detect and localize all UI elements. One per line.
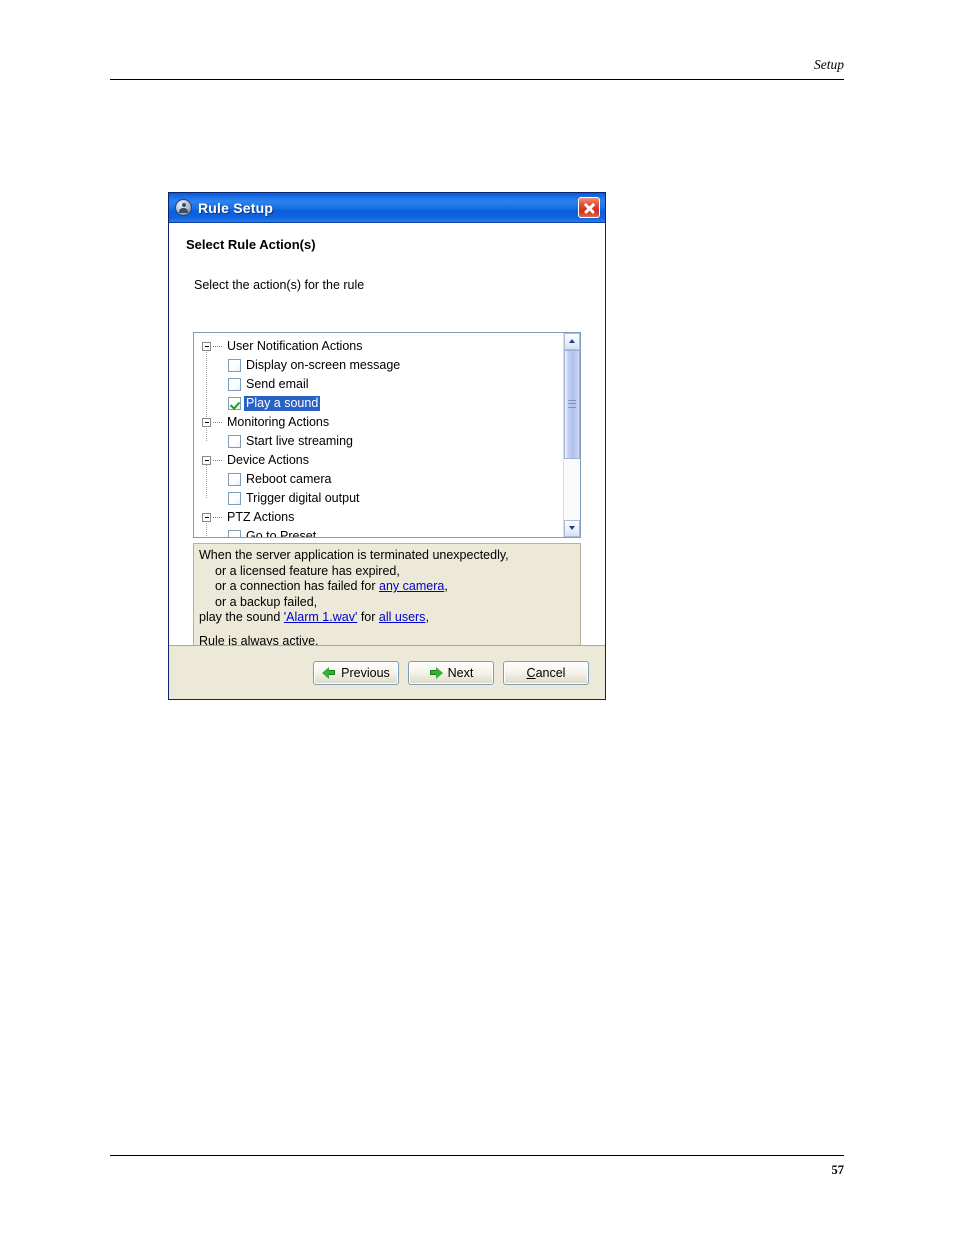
checkbox-go-to-preset[interactable] [228, 530, 241, 537]
tree-item-reboot-camera[interactable]: Reboot camera [194, 470, 563, 489]
description-line-5-suffix: , [425, 610, 429, 624]
arrow-right-icon [429, 666, 443, 679]
collapse-icon[interactable] [202, 456, 211, 465]
tree-items-container: User Notification Actions Display on-scr… [194, 333, 563, 537]
tree-group-label: Device Actions [227, 453, 309, 467]
tree-item-label: Go to Preset [246, 529, 317, 537]
description-line-2: or a licensed feature has expired, [215, 563, 400, 578]
description-line-4: or a backup failed, [215, 594, 318, 609]
description-line-1: When the server application is terminate… [199, 548, 509, 562]
tree-group-label: PTZ Actions [227, 510, 295, 524]
tree-item-label: Trigger digital output [246, 491, 360, 505]
page-title: Select Rule Action(s) [186, 237, 316, 252]
tree-item-go-to-preset[interactable]: Go to Preset [194, 527, 563, 537]
document-page-header: Setup [110, 50, 844, 80]
collapse-icon[interactable] [202, 342, 211, 351]
tree-item-trigger-digital-output[interactable]: Trigger digital output [194, 489, 563, 508]
chevron-down-icon[interactable] [564, 520, 580, 537]
previous-button[interactable]: Previous [313, 660, 399, 685]
rule-setup-dialog: Rule Setup Select Rule Action(s) Select … [168, 192, 606, 700]
tree-group-monitoring-actions[interactable]: Monitoring Actions [194, 413, 563, 432]
previous-button-label: Previous [341, 665, 390, 680]
user-circle-icon [175, 199, 192, 216]
checkbox-trigger-digital-output[interactable] [228, 492, 241, 505]
close-icon[interactable] [578, 197, 600, 218]
tree-item-label: Display on-screen message [246, 358, 401, 372]
tree-item-label: Play a sound [244, 396, 321, 411]
description-line-5: play the sound 'Alarm 1.wav' for all use… [199, 610, 575, 626]
description-line-3: or a connection has failed for any camer… [199, 579, 575, 595]
scrollbar-thumb[interactable] [564, 350, 580, 459]
next-button-label: Next [447, 665, 474, 680]
tree-item-label: Send email [246, 377, 309, 391]
cancel-button-label: Cancel [527, 666, 566, 680]
checkbox-send-email[interactable] [228, 378, 241, 391]
scrollbar-track[interactable] [564, 350, 580, 520]
tree-item-label: Reboot camera [246, 472, 332, 486]
tree-group-label: Monitoring Actions [227, 415, 330, 429]
any-camera-link[interactable]: any camera [379, 579, 444, 593]
cancel-button[interactable]: Cancel [503, 660, 589, 685]
checkbox-display-on-screen-message[interactable] [228, 359, 241, 372]
tree-dash [213, 460, 222, 461]
collapse-icon[interactable] [202, 513, 211, 522]
arrow-left-icon [322, 666, 336, 679]
description-line-3-suffix: , [444, 579, 448, 593]
cancel-accelerator: C [526, 665, 536, 680]
page-number: 57 [831, 1163, 845, 1177]
all-users-link[interactable]: all users [379, 610, 426, 624]
dialog-titlebar: Rule Setup [169, 193, 605, 223]
cancel-label-rest: ancel [535, 665, 566, 680]
scrollbar-grip-icon [568, 400, 576, 409]
tree-group-user-notification-actions[interactable]: User Notification Actions [194, 337, 563, 356]
tree-item-label: Start live streaming [246, 434, 353, 448]
next-button[interactable]: Next [408, 660, 494, 685]
collapse-icon[interactable] [202, 418, 211, 427]
description-line-5-prefix: play the sound [199, 610, 284, 624]
tree-group-device-actions[interactable]: Device Actions [194, 451, 563, 470]
tree-group-label: User Notification Actions [227, 339, 363, 353]
tree-item-display-on-screen-message[interactable]: Display on-screen message [194, 356, 563, 375]
tree-dash [213, 346, 222, 347]
rule-actions-treeview[interactable]: User Notification Actions Display on-scr… [193, 332, 581, 538]
document-page-footer: 57 [110, 1155, 844, 1183]
description-line-3-prefix: or a connection has failed for [215, 579, 379, 593]
dialog-title: Rule Setup [198, 199, 274, 216]
tree-item-start-live-streaming[interactable]: Start live streaming [194, 432, 563, 451]
description-line-5-middle: for [357, 610, 379, 624]
tree-item-send-email[interactable]: Send email [194, 375, 563, 394]
rule-description-pane: When the server application is terminate… [193, 543, 581, 653]
tree-group-ptz-actions[interactable]: PTZ Actions [194, 508, 563, 527]
checkbox-reboot-camera[interactable] [228, 473, 241, 486]
tree-item-play-a-sound[interactable]: Play a sound [194, 394, 563, 413]
page-header-title: Setup [814, 57, 844, 72]
tree-dash [213, 517, 222, 518]
treeview-scrollbar[interactable] [563, 333, 580, 537]
tree-dash [213, 422, 222, 423]
dialog-button-bar: Previous Next Cancel [169, 645, 605, 699]
chevron-up-icon[interactable] [564, 333, 580, 350]
checkbox-start-live-streaming[interactable] [228, 435, 241, 448]
alarm-sound-link[interactable]: 'Alarm 1.wav' [284, 610, 358, 624]
checkbox-play-a-sound[interactable] [228, 397, 241, 410]
dialog-body: Select Rule Action(s) Select the action(… [169, 223, 605, 653]
instruction-text: Select the action(s) for the rule [194, 278, 365, 292]
